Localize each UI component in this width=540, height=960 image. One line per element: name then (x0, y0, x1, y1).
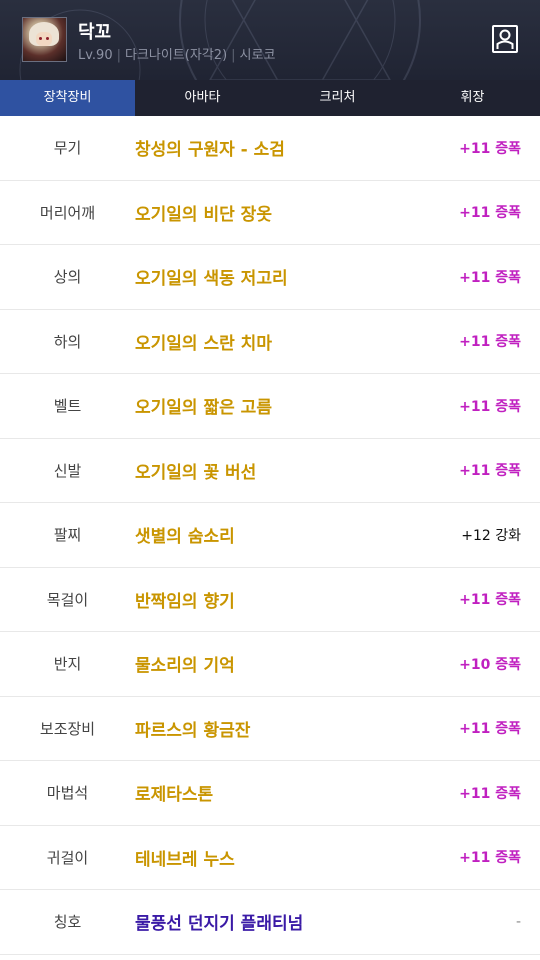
tab-avatar[interactable]: 아바타 (135, 80, 270, 116)
slot-label: 상의 (53, 268, 82, 287)
tab-equipment[interactable]: 장착장비 (0, 80, 135, 116)
slot-label: 반지 (53, 655, 82, 674)
tab-insignia[interactable]: 휘장 (405, 80, 540, 116)
equipment-row-necklace[interactable]: 목걸이 반짝임의 향기 +11 증폭 (0, 568, 540, 632)
equipment-row-shoulder[interactable]: 머리어깨 오기일의 비단 장옷 +11 증폭 (0, 181, 540, 245)
enhance-level: +11 증폭 (459, 334, 521, 351)
enhance-level: - (515, 913, 521, 930)
slot-label: 칭호 (53, 913, 82, 932)
slot-label: 보조장비 (39, 719, 96, 738)
tab-creature[interactable]: 크리처 (270, 80, 405, 116)
character-info: Lv.90 | 다크나이트(자각2) | 시로코 (78, 48, 276, 63)
enhance-level: +11 증폭 (459, 463, 521, 480)
enhance-level: +11 증폭 (459, 721, 521, 738)
slot-label: 팔찌 (53, 526, 82, 545)
enhance-level: +11 증폭 (459, 398, 521, 415)
enhance-level: +10 증폭 (459, 656, 521, 673)
character-avatar[interactable] (22, 17, 67, 62)
avatar-eye (39, 37, 42, 40)
character-name: 닥꼬 (78, 22, 112, 43)
character-server: 시로코 (239, 48, 276, 63)
equipment-row-title[interactable]: 칭호 물풍선 던지기 플래티넘 - (0, 890, 540, 955)
slot-label: 신발 (53, 461, 82, 480)
enhance-level: +12 강화 (461, 527, 521, 544)
profile-button[interactable] (492, 25, 518, 53)
enhance-level: +11 증폭 (459, 785, 521, 802)
enhance-level: +11 증폭 (459, 850, 521, 867)
equipment-row-earring[interactable]: 귀걸이 테네브레 누스 +11 증폭 (0, 826, 540, 890)
equipment-row-ring[interactable]: 반지 물소리의 기억 +10 증폭 (0, 632, 540, 697)
equipment-tabs: 장착장비 아바타 크리처 휘장 (0, 80, 540, 116)
slot-label: 무기 (53, 139, 82, 158)
enhance-level: +11 증폭 (459, 592, 521, 609)
enhance-level: +11 증폭 (459, 205, 521, 222)
slot-label: 머리어깨 (39, 203, 96, 222)
item-name: 물풍선 던지기 플래티넘 (135, 914, 304, 935)
equipment-row-shoes[interactable]: 신발 오기일의 꽃 버선 +11 증폭 (0, 439, 540, 503)
equipment-row-belt[interactable]: 벨트 오기일의 짧은 고름 +11 증폭 (0, 374, 540, 439)
slot-label: 벨트 (53, 397, 82, 416)
slot-label: 목걸이 (46, 590, 89, 609)
equipment-list: 무기 창성의 구원자 - 소검 +11 증폭 머리어깨 오기일의 비단 장옷 +… (0, 116, 540, 955)
avatar-eye (46, 37, 49, 40)
enhance-level: +11 증폭 (459, 269, 521, 286)
equipment-row-weapon[interactable]: 무기 창성의 구원자 - 소검 +11 증폭 (0, 116, 540, 181)
equipment-row-bottom[interactable]: 하의 오기일의 스란 치마 +11 증폭 (0, 310, 540, 374)
slot-label: 하의 (53, 332, 82, 351)
equipment-row-subequip[interactable]: 보조장비 파르스의 황금잔 +11 증폭 (0, 697, 540, 761)
equipment-row-top[interactable]: 상의 오기일의 색동 저고리 +11 증폭 (0, 245, 540, 310)
enhance-level: +11 증폭 (459, 140, 521, 157)
character-level: Lv.90 (78, 48, 113, 63)
character-header: 닥꼬 Lv.90 | 다크나이트(자각2) | 시로코 (0, 0, 540, 80)
equipment-row-bracelet[interactable]: 팔찌 샛별의 숨소리 +12 강화 (0, 503, 540, 568)
equipment-row-magicstone[interactable]: 마법석 로제타스톤 +11 증폭 (0, 761, 540, 826)
character-class: 다크나이트(자각2) (125, 48, 228, 63)
slot-label: 귀걸이 (46, 848, 89, 867)
slot-label: 마법석 (46, 784, 89, 803)
person-icon (496, 29, 514, 49)
